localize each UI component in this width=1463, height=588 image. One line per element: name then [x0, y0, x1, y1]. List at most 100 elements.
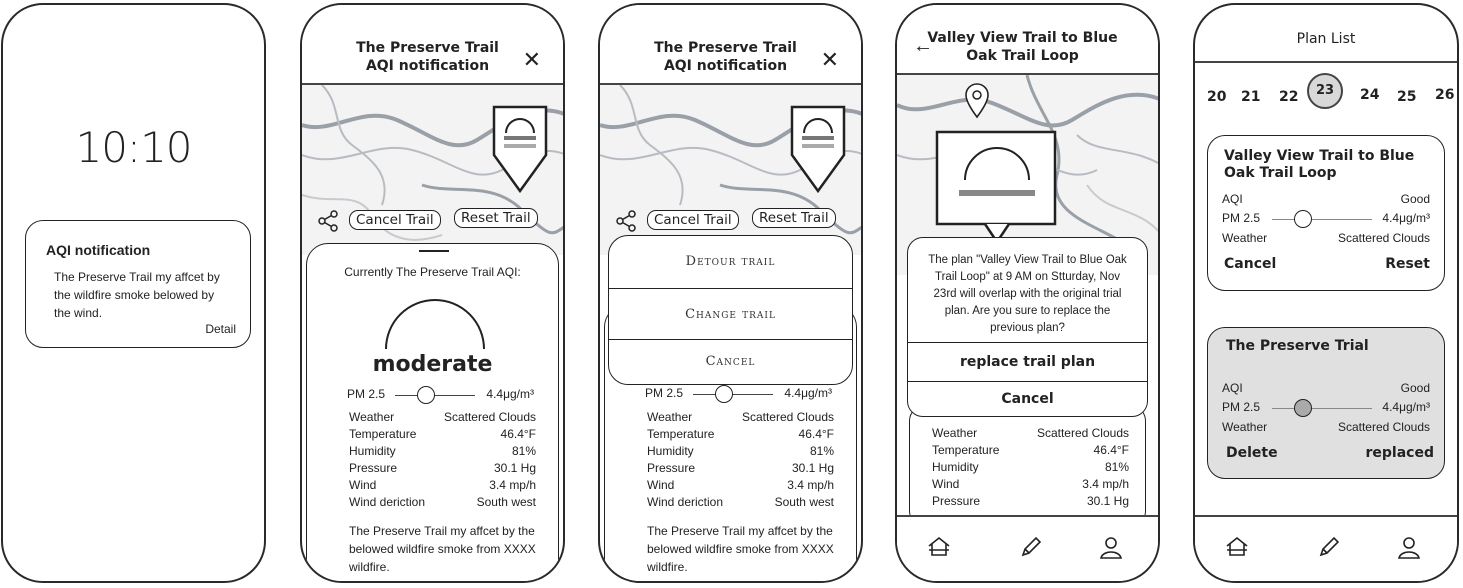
title-line-1: Valley View Trail to Blue [927, 30, 1118, 46]
pencil-icon[interactable] [1317, 535, 1341, 564]
pm25-row: PM 2.5 4.4μg/m³ [1222, 210, 1430, 228]
row-value: 4.4μg/m³ [1382, 400, 1430, 414]
weather-row: Weather Scattered Clouds [1222, 231, 1430, 248]
detail-row: Wind deriction South west [647, 495, 834, 512]
header: ← Valley View Trail to Blue Oak Trail Lo… [897, 5, 1158, 75]
home-icon[interactable] [1225, 535, 1249, 562]
detail-row: Temperature 46.4°F [647, 427, 834, 444]
delete-plan-button[interactable]: Delete [1226, 445, 1278, 461]
cancel-button[interactable]: Cancel [908, 382, 1147, 416]
pm25-slider-track [395, 395, 475, 396]
pm25-slider-track [693, 394, 773, 395]
reset-trail-button[interactable]: Reset Trail [752, 208, 836, 228]
user-icon[interactable] [1099, 535, 1123, 564]
menu-item-cancel[interactable]: Cancel [609, 340, 852, 384]
row-value: 81% [809, 444, 834, 458]
row-value: 30.1 Hg [791, 461, 834, 475]
location-pin-icon[interactable] [964, 83, 990, 119]
title-line-2: AQI notification [365, 58, 490, 74]
phone-replace-plan: ← Valley View Trail to Blue Oak Trail Lo… [895, 3, 1160, 583]
pm25-label: PM 2.5 [347, 387, 386, 401]
plan-card[interactable]: Valley View Trail to Blue Oak Trail Loop… [1207, 135, 1445, 291]
reset-plan-button[interactable]: Reset [1385, 256, 1430, 272]
header: The Preserve Trail AQI notification ✕ [600, 5, 861, 85]
notification-detail-link[interactable]: Detail [205, 322, 236, 336]
bottom-nav [897, 515, 1158, 581]
aqi-location-marker[interactable] [790, 105, 848, 195]
detail-row: Weather Scattered Clouds [932, 426, 1129, 443]
pm25-slider-thumb[interactable] [417, 386, 435, 404]
aqi-row: AQI Good [1222, 192, 1430, 209]
lock-time: 10:10 [75, 123, 192, 172]
date-item[interactable]: 25 [1397, 89, 1416, 105]
date-item[interactable]: 22 [1279, 89, 1298, 105]
close-icon[interactable]: ✕ [821, 47, 839, 73]
row-label: Temperature [647, 427, 715, 441]
date-item-selected[interactable]: 23 [1307, 73, 1343, 109]
row-label: Weather [932, 426, 978, 440]
plan-card-selected[interactable]: The Preserve Trial AQI Good PM 2.5 4.4μg… [1207, 327, 1445, 479]
row-label: Wind deriction [349, 495, 426, 509]
pencil-icon[interactable] [1019, 535, 1043, 564]
aqi-level-label: moderate [372, 352, 493, 377]
row-label: Wind [932, 477, 960, 491]
pm25-slider-thumb[interactable] [1294, 399, 1312, 417]
aqi-location-marker[interactable] [492, 105, 550, 195]
replace-trail-plan-button[interactable]: replace trail plan [908, 342, 1147, 382]
row-value: South west [774, 495, 834, 509]
detail-row: Pressure 30.1 Hg [647, 461, 834, 478]
replace-plan-dialog: The plan "Valley View Trail to Blue Oak … [907, 237, 1148, 417]
title-line-2: Oak Trail Loop [966, 48, 1079, 64]
share-icon[interactable] [317, 210, 339, 232]
aqi-location-marker[interactable] [935, 130, 1059, 250]
share-icon[interactable] [615, 210, 637, 232]
pm25-value: 4.4μg/m³ [784, 386, 832, 400]
wildfire-message: The Preserve Trail my affcet by the belo… [647, 524, 834, 574]
menu-item-detour-trail[interactable]: Detour trail [609, 236, 852, 289]
row-value: Scattered Clouds [1337, 231, 1430, 245]
row-label: Wind [349, 478, 377, 492]
user-icon[interactable] [1397, 535, 1421, 564]
cancel-plan-button[interactable]: Cancel [1224, 256, 1276, 272]
row-value: 46.4°F [500, 427, 536, 441]
detail-row: Pressure 30.1 Hg [349, 461, 536, 478]
row-label: AQI [1222, 192, 1243, 206]
home-icon[interactable] [927, 535, 951, 562]
menu-item-change-trail[interactable]: Change trail [609, 289, 852, 340]
aqi-detail-sheet: Currently The Preserve Trail AQI: modera… [306, 243, 559, 581]
pm25-slider-thumb[interactable] [715, 385, 733, 403]
date-item[interactable]: 20 [1207, 89, 1226, 105]
reset-trail-button[interactable]: Reset Trail [454, 208, 538, 228]
aqi-gauge-icon [385, 299, 485, 350]
phone-lock-screen: 10:10 AQI notification The Preserve Trai… [1, 3, 266, 583]
row-label: Humidity [349, 444, 396, 458]
row-value: 46.4°F [1093, 443, 1129, 457]
page-title: The Preserve Trail AQI notification [630, 39, 821, 75]
row-label: Wind deriction [647, 495, 724, 509]
pm25-slider-thumb[interactable] [1294, 210, 1312, 228]
date-item[interactable]: 21 [1241, 89, 1260, 105]
row-label: AQI [1222, 381, 1243, 395]
row-value: Scattered Clouds [1337, 420, 1430, 434]
cancel-trail-button[interactable]: Cancel Trail [349, 210, 441, 230]
row-value: 46.4°F [798, 427, 834, 441]
row-label: Weather [647, 410, 693, 424]
cancel-trail-button[interactable]: Cancel Trail [647, 210, 739, 230]
phone-plan-list: Plan List 20 21 22 23 24 25 26 Valley Vi… [1193, 3, 1459, 583]
row-label: Weather [349, 410, 395, 424]
row-label: Temperature [932, 443, 1000, 457]
aqi-notification-card[interactable]: AQI notification The Preserve Trail my a… [25, 220, 251, 348]
plan-title: The Preserve Trial [1226, 338, 1369, 354]
sheet-handle[interactable] [419, 250, 449, 252]
close-icon[interactable]: ✕ [523, 47, 541, 73]
date-item[interactable]: 24 [1360, 87, 1379, 103]
title-line-1: The Preserve Trail [356, 40, 499, 56]
notification-body: The Preserve Trail my affcet by the wild… [54, 270, 220, 320]
pm25-slider-track [1272, 408, 1372, 409]
pm25-value: 4.4μg/m³ [486, 387, 534, 401]
row-label: Temperature [349, 427, 417, 441]
date-item[interactable]: 26 [1435, 87, 1454, 103]
header: The Preserve Trail AQI notification ✕ [302, 5, 563, 85]
row-label: Pressure [932, 494, 981, 508]
page-title: The Preserve Trail AQI notification [332, 39, 523, 75]
